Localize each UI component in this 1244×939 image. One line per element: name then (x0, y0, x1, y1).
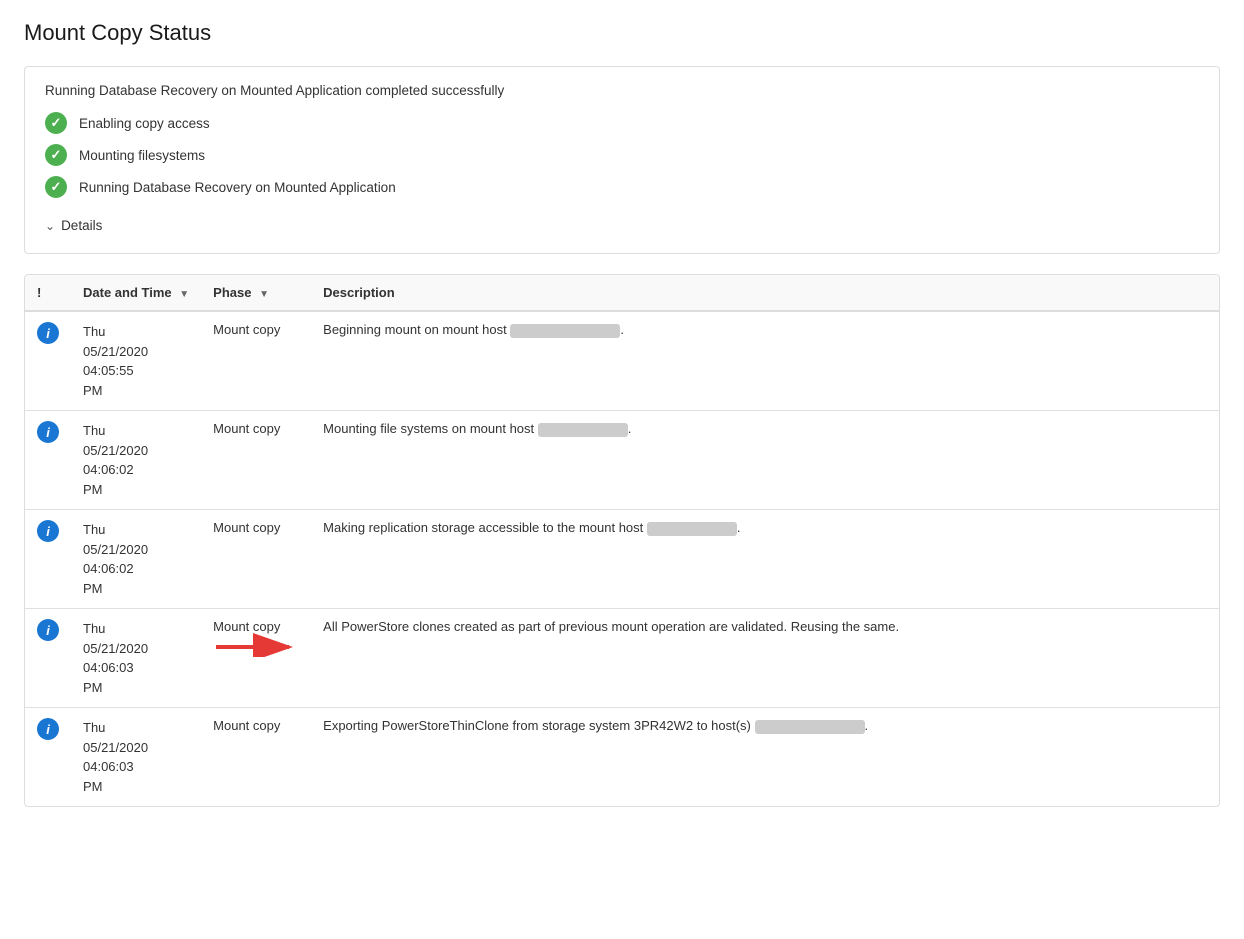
details-label: Details (61, 218, 102, 233)
datetime-cell: Thu 05/21/2020 04:06:03 PM (71, 708, 201, 807)
description-cell: Exporting PowerStoreThinClone from stora… (311, 708, 1219, 807)
icon-cell: i (25, 708, 71, 807)
description-cell: Beginning mount on mount host . (311, 311, 1219, 411)
datetime-cell: Thu 05/21/2020 04:06:02 PM (71, 411, 201, 510)
table-row: i Thu 05/21/2020 04:06:03 PMMount copy Exp… (25, 708, 1219, 807)
redacted-text (647, 522, 737, 536)
redacted-text (538, 423, 628, 437)
page-container: Mount Copy Status Running Database Recov… (0, 0, 1244, 827)
chevron-down-icon: ⌄ (45, 219, 55, 233)
phase-cell: Mount copy (201, 708, 311, 807)
status-label-3: Running Database Recovery on Mounted App… (79, 180, 396, 195)
info-icon: i (37, 520, 59, 542)
icon-cell: i (25, 411, 71, 510)
info-icon: i (37, 421, 59, 443)
description-cell: All PowerStore clones created as part of… (311, 609, 1219, 708)
info-icon: i (37, 322, 59, 344)
table-row: i Thu 05/21/2020 04:06:02 PMMount copy Mak… (25, 510, 1219, 609)
details-row[interactable]: ⌄ Details (45, 208, 1199, 237)
icon-cell: i (25, 609, 71, 708)
table-row: i Thu 05/21/2020 04:06:03 PMMount copy All… (25, 609, 1219, 708)
description-text: Mounting file systems on mount host (323, 421, 534, 436)
log-table: ! Date and Time ▼ Phase ▼ Description (25, 275, 1219, 806)
datetime-cell: Thu 05/21/2020 04:06:02 PM (71, 510, 201, 609)
page-title: Mount Copy Status (24, 20, 1220, 46)
table-row: iThu 05/21/2020 04:05:55 PMMount copyBeg… (25, 311, 1219, 411)
description-cell: Making replication storage accessible to… (311, 510, 1219, 609)
status-item-2: Mounting filesystems (45, 144, 1199, 166)
description-text: Making replication storage accessible to… (323, 520, 643, 535)
status-section: Running Database Recovery on Mounted App… (24, 66, 1220, 254)
phase-cell: Mount copy (201, 609, 311, 708)
info-icon: i (37, 718, 59, 740)
phase-cell: Mount copy (201, 311, 311, 411)
col-header-icon: ! (25, 275, 71, 311)
check-icon-1 (45, 112, 67, 134)
check-icon-2 (45, 144, 67, 166)
datetime-cell: Thu 05/21/2020 04:06:03 PM (71, 609, 201, 708)
col-header-phase[interactable]: Phase ▼ (201, 275, 311, 311)
redacted-text (510, 324, 620, 338)
table-header-row: ! Date and Time ▼ Phase ▼ Description (25, 275, 1219, 311)
check-icon-3 (45, 176, 67, 198)
description-text: Exporting PowerStoreThinClone from stora… (323, 718, 751, 733)
status-label-1: Enabling copy access (79, 116, 210, 131)
icon-cell: i (25, 311, 71, 411)
icon-cell: i (25, 510, 71, 609)
status-message: Running Database Recovery on Mounted App… (45, 83, 1199, 98)
red-arrow-annotation (211, 627, 301, 657)
status-item-3: Running Database Recovery on Mounted App… (45, 176, 1199, 198)
info-icon: i (37, 619, 59, 641)
status-item-1: Enabling copy access (45, 112, 1199, 134)
phase-cell: Mount copy (201, 510, 311, 609)
description-text: Beginning mount on mount host (323, 322, 507, 337)
sort-icon-datetime: ▼ (179, 289, 189, 300)
redacted-text (755, 720, 865, 734)
status-label-2: Mounting filesystems (79, 148, 205, 163)
phase-cell: Mount copy (201, 411, 311, 510)
col-header-description: Description (311, 275, 1219, 311)
table-section: ! Date and Time ▼ Phase ▼ Description (24, 274, 1220, 807)
description-cell: Mounting file systems on mount host . (311, 411, 1219, 510)
sort-icon-phase: ▼ (259, 289, 269, 300)
table-row: iThu 05/21/2020 04:06:02 PMMount copyMou… (25, 411, 1219, 510)
col-header-datetime[interactable]: Date and Time ▼ (71, 275, 201, 311)
description-text: All PowerStore clones created as part of… (323, 619, 899, 634)
datetime-cell: Thu 05/21/2020 04:05:55 PM (71, 311, 201, 411)
